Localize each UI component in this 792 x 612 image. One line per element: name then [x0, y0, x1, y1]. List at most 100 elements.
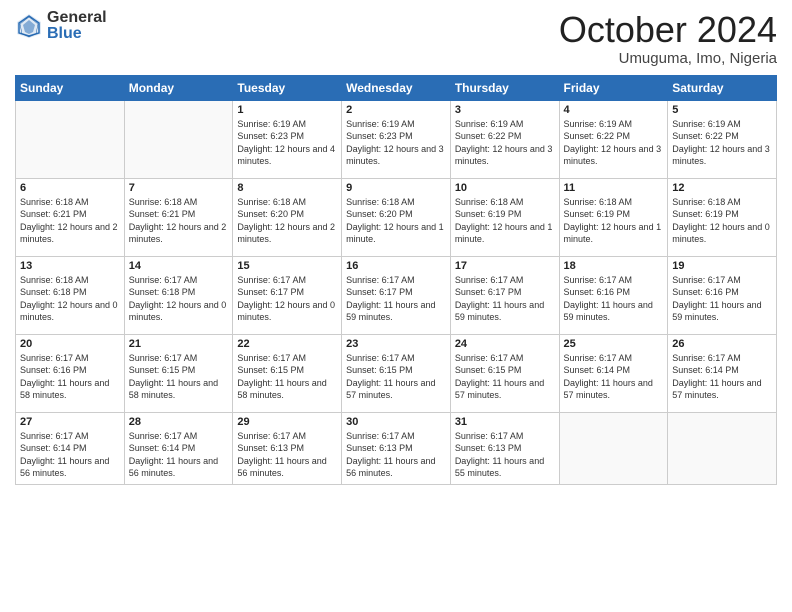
calendar-cell: 4 Sunrise: 6:19 AM Sunset: 6:22 PM Daylig…	[559, 100, 668, 178]
calendar-week-row: 6Sunrise: 6:18 AM Sunset: 6:21 PM Daylig…	[16, 178, 777, 256]
calendar-cell	[16, 100, 125, 178]
day-number: 22	[237, 338, 337, 350]
calendar-cell: 19Sunrise: 6:17 AM Sunset: 6:16 PM Dayli…	[668, 256, 777, 334]
calendar-week-row: 27 Sunrise: 6:17 AM Sunset: 6:14 PM Dayli…	[16, 412, 777, 484]
calendar-cell: 28Sunrise: 6:17 AM Sunset: 6:14 PM Dayli…	[124, 412, 233, 484]
day-number: 4	[564, 104, 664, 116]
day-number: 28	[129, 416, 229, 428]
calendar-cell: 26 Sunrise: 6:17 AM Sunset: 6:14 PM Dayli…	[668, 334, 777, 412]
weekday-header-row: SundayMondayTuesdayWednesdayThursdayFrid…	[16, 75, 777, 100]
day-number: 10	[455, 182, 555, 194]
calendar-cell: 20 Sunrise: 6:17 AM Sunset: 6:16 PM Dayli…	[16, 334, 125, 412]
day-number: 14	[129, 260, 229, 272]
calendar-cell: 2 Sunrise: 6:19 AM Sunset: 6:23 PM Daylig…	[342, 100, 451, 178]
day-info: Sunrise: 6:17 AM Sunset: 6:16 PM Dayligh…	[672, 274, 772, 324]
calendar-cell: 18Sunrise: 6:17 AM Sunset: 6:16 PM Dayli…	[559, 256, 668, 334]
day-number: 24	[455, 338, 555, 350]
calendar-cell: 14 Sunrise: 6:17 AM Sunset: 6:18 PM Dayli…	[124, 256, 233, 334]
day-info: Sunrise: 6:18 AM Sunset: 6:19 PM Dayligh…	[672, 196, 772, 246]
day-number: 27	[20, 416, 120, 428]
weekday-header: Monday	[124, 75, 233, 100]
day-number: 16	[346, 260, 446, 272]
day-info: Sunrise: 6:19 AM Sunset: 6:23 PM Dayligh…	[346, 118, 446, 168]
calendar-cell: 22 Sunrise: 6:17 AM Sunset: 6:15 PM Dayli…	[233, 334, 342, 412]
calendar-cell	[124, 100, 233, 178]
day-number: 17	[455, 260, 555, 272]
calendar-cell: 16 Sunrise: 6:17 AM Sunset: 6:17 PM Dayli…	[342, 256, 451, 334]
day-number: 21	[129, 338, 229, 350]
day-info: Sunrise: 6:18 AM Sunset: 6:21 PM Dayligh…	[20, 196, 120, 246]
day-info: Sunrise: 6:17 AM Sunset: 6:17 PM Dayligh…	[237, 274, 337, 324]
calendar-cell: 25 Sunrise: 6:17 AM Sunset: 6:14 PM Dayli…	[559, 334, 668, 412]
day-info: Sunrise: 6:18 AM Sunset: 6:18 PM Dayligh…	[20, 274, 120, 324]
day-number: 20	[20, 338, 120, 350]
day-number: 11	[564, 182, 664, 194]
calendar-cell: 17 Sunrise: 6:17 AM Sunset: 6:17 PM Dayli…	[450, 256, 559, 334]
weekday-header: Friday	[559, 75, 668, 100]
day-info: Sunrise: 6:18 AM Sunset: 6:20 PM Dayligh…	[237, 196, 337, 246]
day-info: Sunrise: 6:17 AM Sunset: 6:15 PM Dayligh…	[129, 352, 229, 402]
day-info: Sunrise: 6:17 AM Sunset: 6:14 PM Dayligh…	[20, 430, 120, 480]
calendar-cell: 23 Sunrise: 6:17 AM Sunset: 6:15 PM Dayli…	[342, 334, 451, 412]
day-info: Sunrise: 6:19 AM Sunset: 6:22 PM Dayligh…	[564, 118, 664, 168]
day-number: 31	[455, 416, 555, 428]
day-number: 13	[20, 260, 120, 272]
day-number: 8	[237, 182, 337, 194]
weekday-header: Saturday	[668, 75, 777, 100]
day-info: Sunrise: 6:19 AM Sunset: 6:23 PM Dayligh…	[237, 118, 337, 168]
day-number: 23	[346, 338, 446, 350]
day-number: 2	[346, 104, 446, 116]
calendar-cell: 24Sunrise: 6:17 AM Sunset: 6:15 PM Dayli…	[450, 334, 559, 412]
month-title: October 2024	[559, 10, 777, 50]
day-number: 25	[564, 338, 664, 350]
logo-icon	[15, 12, 43, 40]
calendar-cell: 30Sunrise: 6:17 AM Sunset: 6:13 PM Dayli…	[342, 412, 451, 484]
day-info: Sunrise: 6:17 AM Sunset: 6:16 PM Dayligh…	[20, 352, 120, 402]
day-info: Sunrise: 6:18 AM Sunset: 6:20 PM Dayligh…	[346, 196, 446, 246]
day-info: Sunrise: 6:17 AM Sunset: 6:17 PM Dayligh…	[455, 274, 555, 324]
calendar-cell: 13 Sunrise: 6:18 AM Sunset: 6:18 PM Dayli…	[16, 256, 125, 334]
calendar-cell: 9 Sunrise: 6:18 AM Sunset: 6:20 PM Daylig…	[342, 178, 451, 256]
weekday-header: Sunday	[16, 75, 125, 100]
day-info: Sunrise: 6:17 AM Sunset: 6:13 PM Dayligh…	[237, 430, 337, 480]
day-info: Sunrise: 6:17 AM Sunset: 6:15 PM Dayligh…	[346, 352, 446, 402]
day-number: 26	[672, 338, 772, 350]
day-info: Sunrise: 6:18 AM Sunset: 6:19 PM Dayligh…	[455, 196, 555, 246]
calendar-cell: 7 Sunrise: 6:18 AM Sunset: 6:21 PM Daylig…	[124, 178, 233, 256]
day-info: Sunrise: 6:18 AM Sunset: 6:21 PM Dayligh…	[129, 196, 229, 246]
day-info: Sunrise: 6:17 AM Sunset: 6:14 PM Dayligh…	[564, 352, 664, 402]
day-info: Sunrise: 6:17 AM Sunset: 6:13 PM Dayligh…	[346, 430, 446, 480]
day-info: Sunrise: 6:17 AM Sunset: 6:17 PM Dayligh…	[346, 274, 446, 324]
calendar-cell: 8 Sunrise: 6:18 AM Sunset: 6:20 PM Daylig…	[233, 178, 342, 256]
logo-general-text: General	[47, 10, 107, 26]
calendar-cell: 11 Sunrise: 6:18 AM Sunset: 6:19 PM Dayli…	[559, 178, 668, 256]
logo-blue-text: Blue	[47, 26, 107, 42]
day-number: 3	[455, 104, 555, 116]
day-number: 7	[129, 182, 229, 194]
weekday-header: Wednesday	[342, 75, 451, 100]
title-block: October 2024 Umuguma, Imo, Nigeria	[559, 10, 777, 67]
day-number: 29	[237, 416, 337, 428]
day-number: 15	[237, 260, 337, 272]
calendar-cell: 27 Sunrise: 6:17 AM Sunset: 6:14 PM Dayli…	[16, 412, 125, 484]
day-info: Sunrise: 6:17 AM Sunset: 6:15 PM Dayligh…	[237, 352, 337, 402]
weekday-header: Thursday	[450, 75, 559, 100]
calendar-table: SundayMondayTuesdayWednesdayThursdayFrid…	[15, 75, 777, 485]
calendar-cell: 3 Sunrise: 6:19 AM Sunset: 6:22 PM Daylig…	[450, 100, 559, 178]
day-info: Sunrise: 6:18 AM Sunset: 6:19 PM Dayligh…	[564, 196, 664, 246]
logo: General Blue	[15, 10, 107, 42]
day-number: 5	[672, 104, 772, 116]
day-info: Sunrise: 6:17 AM Sunset: 6:14 PM Dayligh…	[672, 352, 772, 402]
day-info: Sunrise: 6:17 AM Sunset: 6:18 PM Dayligh…	[129, 274, 229, 324]
calendar-cell	[668, 412, 777, 484]
day-info: Sunrise: 6:17 AM Sunset: 6:13 PM Dayligh…	[455, 430, 555, 480]
day-info: Sunrise: 6:19 AM Sunset: 6:22 PM Dayligh…	[455, 118, 555, 168]
header: General Blue October 2024 Umuguma, Imo, …	[15, 10, 777, 67]
location: Umuguma, Imo, Nigeria	[559, 50, 777, 67]
day-number: 9	[346, 182, 446, 194]
day-info: Sunrise: 6:17 AM Sunset: 6:16 PM Dayligh…	[564, 274, 664, 324]
calendar-cell: 15 Sunrise: 6:17 AM Sunset: 6:17 PM Dayli…	[233, 256, 342, 334]
weekday-header: Tuesday	[233, 75, 342, 100]
calendar-cell: 10 Sunrise: 6:18 AM Sunset: 6:19 PM Dayli…	[450, 178, 559, 256]
calendar-cell: 31 Sunrise: 6:17 AM Sunset: 6:13 PM Dayli…	[450, 412, 559, 484]
